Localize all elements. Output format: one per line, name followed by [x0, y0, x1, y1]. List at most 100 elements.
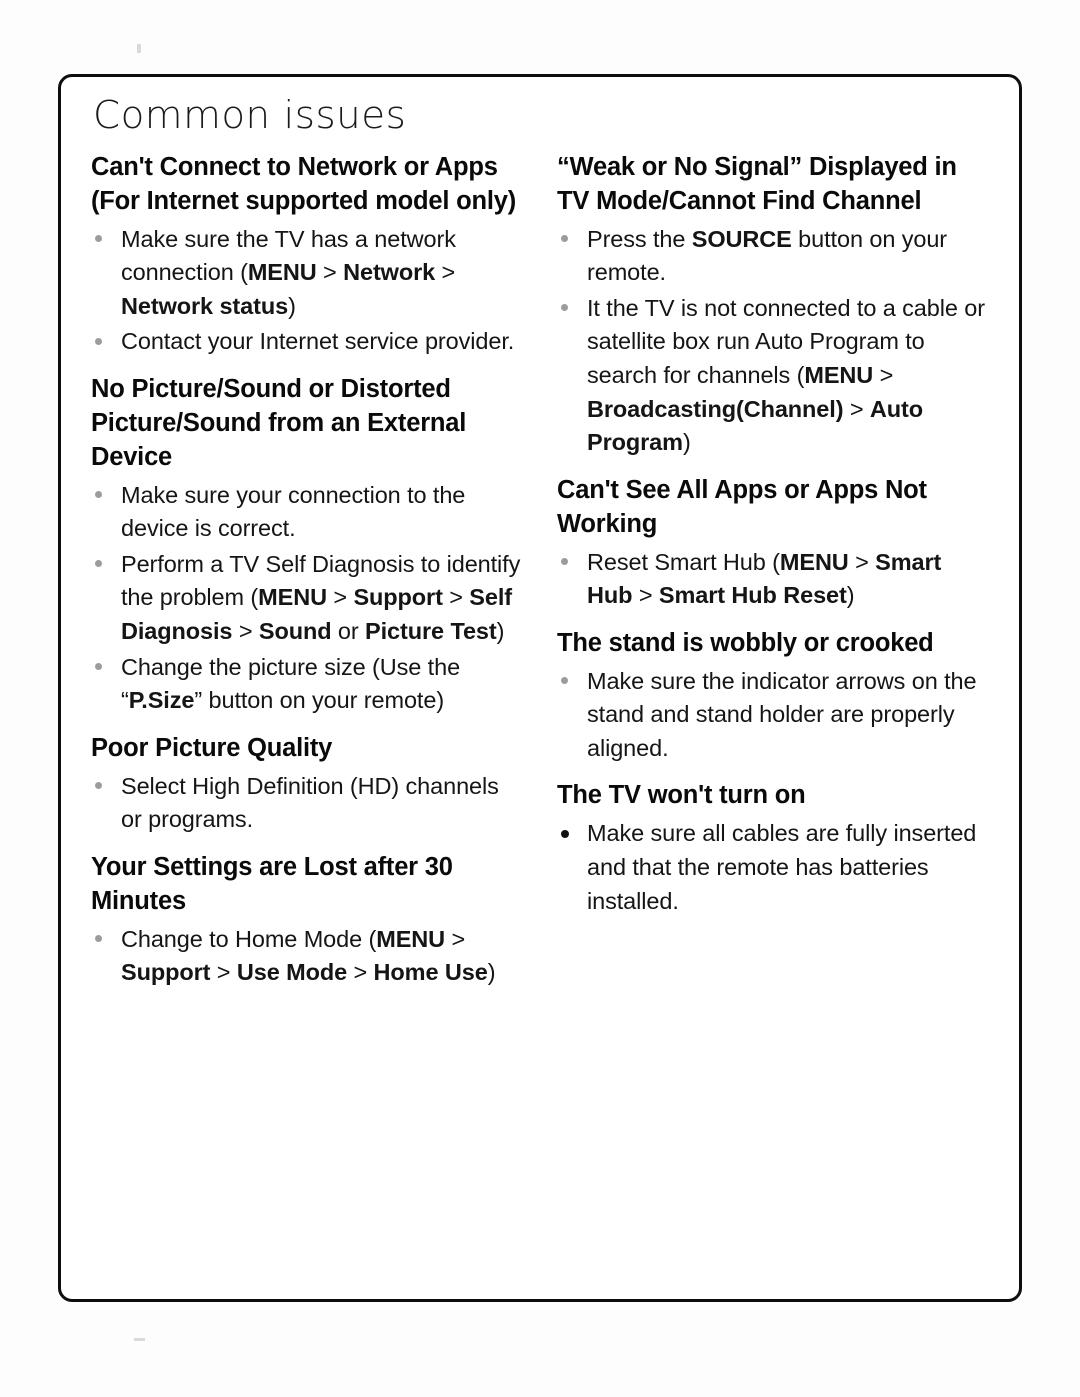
bullet-text-run: > — [873, 361, 894, 388]
section-heading: Can't See All Apps or Apps Not Working — [557, 475, 927, 538]
bullet-item: Reset Smart Hub (MENU > Smart Hub > Smar… — [557, 546, 991, 613]
right-column: “Weak or No Signal” Displayed in TV Mode… — [557, 151, 991, 920]
bullet-text: Press the SOURCE button on your remote. — [587, 226, 947, 286]
menu-path-token: P.Size — [128, 687, 195, 714]
bullet-text: Select High Definition (HD) channels or … — [121, 773, 499, 833]
bullet-text: Contact your Internet service provider. — [121, 328, 514, 354]
section-heading: No Picture/Sound or Distorted Picture/So… — [91, 374, 467, 471]
section-heading: Poor Picture Quality — [91, 733, 333, 762]
bullet-text-run: ) — [846, 582, 855, 609]
page-title: Common issues — [93, 93, 407, 137]
bullet-item: Make sure all cables are fully inserted … — [557, 817, 991, 918]
bullet-text-run: Reset Smart Hub ( — [587, 548, 780, 575]
menu-path-token: MENU — [779, 548, 849, 575]
bullet-text-run: > — [843, 395, 870, 422]
bullet-item: Make sure the indicator arrows on the st… — [557, 665, 991, 766]
scan-speck — [134, 1338, 145, 1341]
menu-path-token: MENU — [247, 259, 317, 286]
bullet-text-run: ) — [496, 618, 505, 645]
menu-path-token: Sound — [258, 618, 332, 645]
bullet-text: Make sure the TV has a network connectio… — [121, 226, 456, 319]
left-column: Can't Connect to Network or Apps (For In… — [91, 151, 525, 992]
bullet-item: Press the SOURCE button on your remote. — [557, 223, 991, 290]
menu-path-token: Network status — [121, 292, 289, 319]
bullet-text-run: ” button on your remote) — [194, 687, 445, 714]
bullet-text-run: Select High Definition (HD) channels or … — [121, 772, 499, 833]
bullet-text-run: Make sure your connection to the device … — [121, 481, 466, 542]
bullet-text-run: It the TV is not connected to a cable or… — [587, 294, 985, 388]
bullet-list: Press the SOURCE button on your remote. I… — [557, 223, 991, 460]
bullet-text-run: Change to Home Mode ( — [121, 925, 377, 952]
bullet-dot-icon — [95, 781, 102, 789]
bullet-dot-icon — [561, 676, 568, 684]
bullet-text-run: Make sure the indicator arrows on the st… — [587, 667, 977, 761]
menu-path-token: Home Use — [373, 959, 488, 986]
scanned-page: Common issues Can't Connect to Network o… — [0, 0, 1080, 1397]
menu-path-token: MENU — [804, 361, 874, 388]
bullet-item: Make sure your connection to the device … — [91, 479, 525, 546]
bullet-dot-icon — [95, 234, 102, 242]
frame-inner: Common issues Can't Connect to Network o… — [91, 94, 999, 1289]
bullet-item: Make sure the TV has a network connectio… — [91, 223, 525, 324]
bullet-text: Change to Home Mode (MENU > Support > Us… — [121, 925, 496, 986]
bullet-dot-icon — [95, 934, 102, 942]
bullet-list: Make sure the TV has a network connectio… — [91, 223, 525, 359]
bullet-text-run: > — [442, 584, 470, 611]
bullet-text-run: > — [316, 259, 344, 286]
bullet-text-run: Contact your Internet service provider. — [121, 328, 515, 355]
menu-path-token: Broadcasting(Channel) — [587, 395, 844, 422]
bullet-text: Make sure all cables are fully inserted … — [587, 820, 976, 913]
bullet-text: It the TV is not connected to a cable or… — [587, 295, 985, 455]
bullet-text: Perform a TV Self Diagnosis to identify … — [121, 551, 520, 644]
section-heading: The TV won't turn on — [557, 781, 806, 810]
menu-path-token: MENU — [376, 925, 446, 952]
bullet-item: Change the picture size (Use the “P.Size… — [91, 651, 525, 718]
bullet-dot-icon — [561, 557, 568, 565]
bullet-list: Reset Smart Hub (MENU > Smart Hub > Smar… — [557, 546, 991, 613]
bullet-dot-icon — [95, 337, 102, 345]
bullet-dot-icon — [95, 490, 102, 498]
bullet-dot-icon — [95, 560, 102, 568]
section-heading: The stand is wobbly or crooked — [557, 628, 934, 657]
bullet-list: Make sure all cables are fully inserted … — [557, 817, 991, 918]
bullet-text-run: Press the — [587, 225, 692, 252]
bullet-dot-icon — [561, 829, 569, 838]
scan-speck — [137, 44, 141, 53]
bullet-list: Make sure your connection to the device … — [91, 479, 525, 718]
menu-path-token: SOURCE — [691, 225, 792, 252]
section-heading: Your Settings are Lost after 30 Minutes — [91, 852, 453, 915]
bullet-text-run: > — [326, 584, 354, 611]
bullet-item: It the TV is not connected to a cable or… — [557, 292, 991, 460]
bullet-text: Make sure the indicator arrows on the st… — [587, 667, 977, 761]
bullet-text: Make sure your connection to the device … — [121, 482, 465, 542]
menu-path-token: Picture Test — [365, 618, 497, 645]
bullet-text: Change the picture size (Use the “P.Size… — [121, 654, 460, 714]
section-heading: “Weak or No Signal” Displayed in TV Mode… — [557, 152, 957, 215]
bullet-dot-icon — [95, 662, 102, 670]
content-frame: Common issues Can't Connect to Network o… — [58, 74, 1022, 1302]
bullet-text-run: > — [632, 582, 659, 609]
menu-path-token: Use Mode — [236, 959, 348, 986]
section-heading: Can't Connect to Network or Apps (For In… — [91, 152, 517, 215]
bullet-text-run: Make sure all cables are fully inserted … — [587, 820, 977, 914]
bullet-text-run: > — [347, 959, 374, 986]
bullet-list: Make sure the indicator arrows on the st… — [557, 665, 991, 766]
bullet-dot-icon — [561, 234, 568, 242]
bullet-list: Select High Definition (HD) channels or … — [91, 770, 525, 837]
menu-path-token: Network — [343, 259, 436, 286]
bullet-text-run: ) — [288, 292, 296, 319]
bullet-item: Select High Definition (HD) channels or … — [91, 770, 525, 837]
menu-path-token: Support — [121, 959, 211, 986]
bullet-text-run: > — [435, 259, 456, 286]
bullet-text-run: > — [210, 959, 237, 986]
bullet-item: Change to Home Mode (MENU > Support > Us… — [91, 923, 525, 990]
bullet-text-run: > — [232, 618, 259, 645]
menu-path-token: MENU — [258, 584, 327, 611]
bullet-text-run: > — [848, 548, 876, 575]
bullet-text-run: ) — [487, 959, 496, 986]
bullet-text-run: ) — [682, 429, 691, 456]
bullet-item: Perform a TV Self Diagnosis to identify … — [91, 548, 525, 649]
bullet-text: Reset Smart Hub (MENU > Smart Hub > Smar… — [587, 549, 941, 609]
bullet-text-run: or — [331, 618, 366, 645]
two-column-layout: Can't Connect to Network or Apps (For In… — [91, 151, 999, 992]
